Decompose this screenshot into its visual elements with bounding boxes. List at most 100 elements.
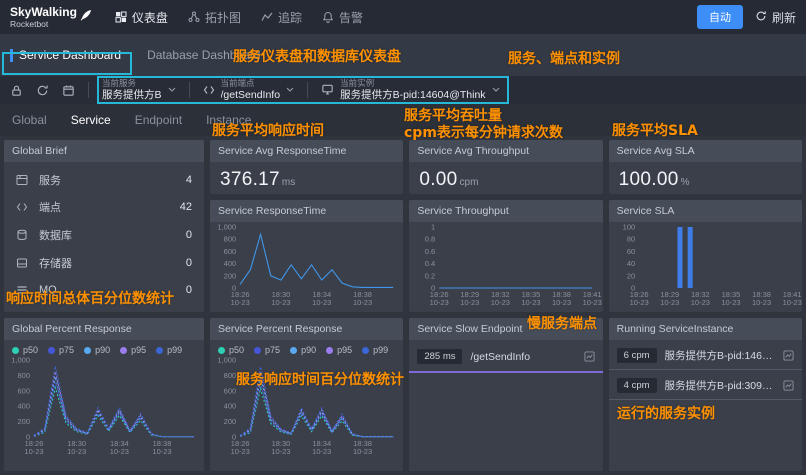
nav-label-topology: 拓扑图 — [205, 9, 241, 26]
throughput-chart: 10.80.60.40.2018:2610-2318:2910-2318:321… — [409, 222, 602, 308]
endpoint-icon — [16, 201, 30, 213]
toolbar-divider — [189, 82, 190, 98]
legend-p50: p50 — [12, 345, 38, 355]
tab-instance[interactable]: Instance — [206, 113, 251, 127]
global-percent-response-card: Global Percent Response p50 p75 p90 p95 … — [4, 318, 204, 471]
dashboard-tabs: Service Dashboard Database Dashboard — [0, 34, 806, 76]
global-brief-title: Global Brief — [4, 140, 204, 162]
metric-title: Service Avg ResponseTime — [210, 140, 403, 162]
svg-text:1,000: 1,000 — [217, 223, 236, 232]
chevron-down-icon — [168, 87, 176, 92]
svg-text:1: 1 — [431, 223, 435, 232]
brief-item-service: 服务 4 — [16, 166, 192, 194]
list-item[interactable]: 285 ms /getSendInfo — [409, 340, 602, 373]
skywalking-dashboard: SkyWalking Rocketbot 仪表盘 拓扑图 — [0, 0, 806, 475]
brief-value: 0 — [186, 257, 192, 269]
avg-throughput-card: Service Avg Throughput 0.00 cpm — [409, 140, 602, 194]
context-toolbar: 当前服务 服务提供方B 当前端点 /getSendInfo — [0, 76, 806, 104]
svg-text:18:3810-23: 18:3810-23 — [552, 290, 571, 307]
sparkline-icon[interactable] — [783, 380, 794, 391]
global-percent-chart: 1,000800600400200018:2610-2318:3010-2318… — [4, 355, 204, 457]
trace-icon — [261, 11, 273, 23]
svg-text:18:4110-23: 18:4110-23 — [583, 290, 602, 307]
list-item[interactable]: 4 cpm 服务提供方B-pid:30904@Thi... — [609, 370, 802, 400]
svg-text:60: 60 — [626, 247, 634, 256]
svg-text:200: 200 — [224, 271, 237, 280]
nav-item-alarm[interactable]: 告警 — [322, 9, 363, 26]
metric-value: 0.00 — [419, 169, 457, 191]
sync-icon[interactable] — [36, 84, 49, 97]
endpoint-selector[interactable]: 当前端点 /getSendInfo — [203, 79, 295, 101]
legend-p75: p75 — [48, 345, 74, 355]
tab-global[interactable]: Global — [12, 113, 47, 127]
svg-text:18:2610-23: 18:2610-23 — [24, 439, 43, 456]
nav-item-dashboard[interactable]: 仪表盘 — [115, 9, 168, 26]
brief-label: MQ — [39, 284, 57, 296]
legend-dot — [326, 347, 333, 354]
chart-title: Service SLA — [609, 200, 802, 222]
mq-icon — [16, 284, 30, 296]
lock-icon[interactable] — [10, 84, 23, 97]
logo-subtitle: Rocketbot — [10, 20, 77, 29]
avg-sla-card: Service Avg SLA 100.00 % — [609, 140, 802, 194]
svg-text:18:3010-23: 18:3010-23 — [271, 290, 290, 307]
main-menu: 仪表盘 拓扑图 追踪 告警 — [115, 9, 363, 26]
rocket-icon — [79, 8, 93, 27]
instance-selector[interactable]: 当前实例 服务提供方B-pid:14604@Think — [321, 79, 499, 101]
tab-database-dashboard[interactable]: Database Dashboard — [147, 48, 260, 62]
list-item[interactable]: 6 cpm 服务提供方B-pid:14604@Thi... — [609, 340, 802, 370]
legend-dot — [362, 347, 369, 354]
legend-dot — [218, 347, 225, 354]
chart-title: Service Throughput — [409, 200, 602, 222]
svg-text:1,000: 1,000 — [217, 356, 236, 365]
brief-label: 端点 — [39, 199, 61, 215]
percentile-legend: p50 p75 p90 p95 p99 — [4, 340, 204, 355]
metric-value: 100.00 — [619, 169, 679, 191]
svg-text:200: 200 — [224, 417, 237, 426]
service-responsetime-chart-card: Service ResponseTime 1,00080060040020001… — [210, 200, 403, 312]
global-brief-card: Global Brief 服务 4 端点 42 — [4, 140, 204, 312]
responsetime-chart: 1,000800600400200018:2610-2318:3010-2318… — [210, 222, 403, 308]
tab-endpoint[interactable]: Endpoint — [135, 113, 182, 127]
brief-label: 存储器 — [39, 255, 72, 271]
svg-text:18:3510-23: 18:3510-23 — [721, 290, 740, 307]
svg-text:40: 40 — [626, 259, 634, 268]
svg-text:18:2610-23: 18:2610-23 — [231, 290, 250, 307]
nav-item-topology[interactable]: 拓扑图 — [188, 9, 241, 26]
legend-dot — [254, 347, 261, 354]
brief-label: 服务 — [39, 172, 61, 188]
navbar-actions: 自动 刷新 — [697, 5, 796, 29]
svg-text:18:3810-23: 18:3810-23 — [152, 439, 171, 456]
calendar-icon[interactable] — [62, 84, 75, 97]
dashboard-content: Global Brief 服务 4 端点 42 — [0, 136, 806, 475]
nav-label-alarm: 告警 — [339, 9, 363, 26]
current-service-value: 服务提供方B — [102, 89, 162, 101]
legend-dot — [12, 347, 19, 354]
refresh-icon — [755, 10, 767, 25]
service-selector[interactable]: 当前服务 服务提供方B — [102, 79, 176, 101]
refresh-button[interactable]: 刷新 — [755, 9, 796, 26]
service-sla-chart-card: Service SLA 10080604020018:2610-2318:291… — [609, 200, 802, 312]
sparkline-icon[interactable] — [783, 350, 794, 361]
avg-responsetime-card: Service Avg ResponseTime 376.17 ms — [210, 140, 403, 194]
svg-text:600: 600 — [224, 386, 237, 395]
sparkline-icon[interactable] — [584, 351, 595, 362]
svg-text:18:3210-23: 18:3210-23 — [491, 290, 510, 307]
chart-title: Global Percent Response — [4, 318, 204, 340]
svg-text:18:2610-23: 18:2610-23 — [430, 290, 449, 307]
legend-dot — [84, 347, 91, 354]
service-percent-response-card: Service Percent Response p50 p75 p90 p95… — [210, 318, 403, 471]
svg-text:18:3410-23: 18:3410-23 — [312, 290, 331, 307]
metric-title: Service Avg SLA — [609, 140, 802, 162]
app-logo[interactable]: SkyWalking Rocketbot — [10, 6, 93, 29]
nav-item-trace[interactable]: 追踪 — [261, 9, 302, 26]
svg-text:80: 80 — [626, 235, 634, 244]
service-icon — [16, 174, 30, 186]
svg-text:18:3010-23: 18:3010-23 — [67, 439, 86, 456]
svg-text:18:3410-23: 18:3410-23 — [312, 439, 331, 456]
toolbar-divider — [88, 82, 89, 98]
current-endpoint-label: 当前端点 — [221, 79, 281, 89]
tab-service-dashboard[interactable]: Service Dashboard — [10, 48, 121, 62]
tab-service[interactable]: Service — [71, 113, 111, 127]
auto-button[interactable]: 自动 — [697, 5, 743, 29]
